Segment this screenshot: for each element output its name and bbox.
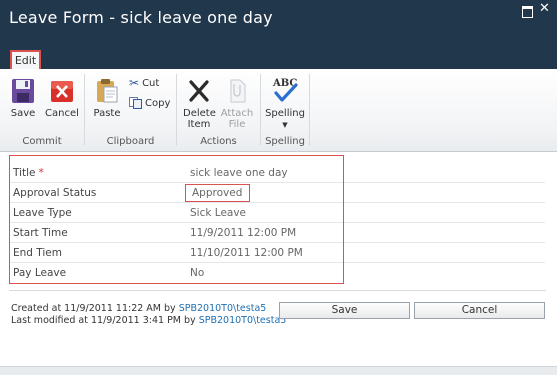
group-divider bbox=[309, 74, 310, 146]
cancel-ribbon-label: Cancel bbox=[45, 108, 79, 119]
divider bbox=[9, 290, 546, 291]
copy-button[interactable]: Copy bbox=[129, 97, 170, 110]
modified-by-link[interactable]: SPB2010T0\testa5 bbox=[199, 315, 287, 326]
spelling-label: Spelling bbox=[265, 108, 305, 119]
created-by-link[interactable]: SPB2010T0\testa5 bbox=[179, 303, 267, 314]
group-label-spelling: Spelling bbox=[265, 136, 305, 147]
attach-file-button[interactable]: Attach File bbox=[220, 78, 254, 130]
cut-button[interactable]: ✂ Cut bbox=[129, 77, 159, 90]
paste-button[interactable]: Paste bbox=[91, 78, 123, 119]
spelling-button[interactable]: ABC Spelling ▼ bbox=[264, 76, 306, 131]
modified-text: Last modified at 11/9/2011 3:41 PM by bbox=[11, 315, 199, 326]
tab-edit[interactable]: Edit bbox=[10, 50, 41, 69]
floppy-disk-icon bbox=[12, 79, 34, 103]
attach-file-label-line1: Attach bbox=[220, 108, 254, 119]
created-text: Created at 11/9/2011 11:22 AM by bbox=[11, 303, 179, 314]
status-highlight-box bbox=[185, 184, 250, 202]
delete-x-icon bbox=[189, 80, 209, 102]
group-label-commit: Commit bbox=[22, 136, 62, 147]
save-ribbon-button[interactable]: Save bbox=[8, 78, 38, 119]
delete-item-button[interactable]: Delete Item bbox=[183, 78, 216, 130]
cancel-x-icon bbox=[51, 81, 73, 102]
modified-info: Last modified at 11/9/2011 3:41 PM by SP… bbox=[11, 315, 286, 326]
paste-label: Paste bbox=[93, 108, 121, 119]
spelling-check-icon: ABC bbox=[272, 78, 298, 102]
clipboard-paste-icon bbox=[97, 79, 118, 103]
save-button[interactable]: Save bbox=[279, 302, 410, 319]
paperclip-document-icon bbox=[230, 79, 246, 103]
scissors-icon: ✂ bbox=[129, 76, 140, 90]
dialog-window: Leave Form - sick leave one day ✕ Edit C… bbox=[0, 0, 557, 375]
created-info: Created at 11/9/2011 11:22 AM by SPB2010… bbox=[11, 303, 266, 314]
cancel-ribbon-button[interactable]: Cancel bbox=[44, 78, 80, 119]
save-ribbon-label: Save bbox=[10, 108, 36, 119]
chevron-down-icon: ▼ bbox=[282, 121, 288, 129]
cancel-button[interactable]: Cancel bbox=[414, 302, 545, 319]
copy-icon bbox=[129, 97, 142, 109]
group-label-clipboard: Clipboard bbox=[106, 136, 155, 147]
close-icon[interactable]: ✕ bbox=[539, 2, 550, 15]
form-highlight-box bbox=[9, 155, 344, 284]
copy-label: Copy bbox=[145, 98, 171, 109]
maximize-icon[interactable] bbox=[522, 6, 533, 18]
delete-item-label-line2: Item bbox=[187, 119, 211, 130]
group-label-actions: Actions bbox=[200, 136, 237, 147]
delete-item-label-line1: Delete bbox=[183, 108, 216, 119]
ribbon-tab-strip bbox=[0, 45, 557, 69]
dialog-title: Leave Form - sick leave one day bbox=[9, 8, 273, 27]
cut-label: Cut bbox=[142, 78, 160, 89]
attach-file-label-line2: File bbox=[228, 119, 246, 130]
